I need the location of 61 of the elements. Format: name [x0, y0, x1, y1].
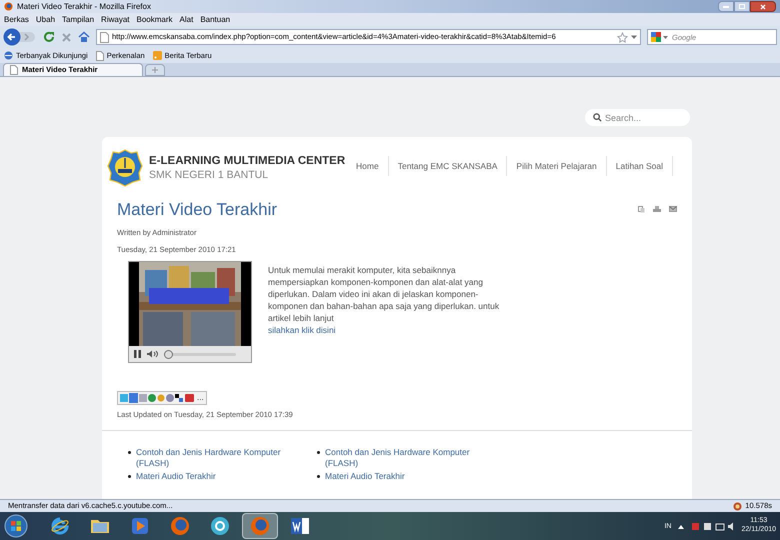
home-icon[interactable]	[78, 31, 90, 43]
nav-link[interactable]: Home	[347, 156, 389, 176]
menu-item[interactable]: Tampilan	[62, 16, 94, 24]
menu-item[interactable]: Bantuan	[200, 16, 230, 24]
bullet-icon	[128, 451, 131, 454]
nav-link[interactable]: Latihan Soal	[606, 156, 673, 176]
bullet-icon	[317, 451, 320, 454]
bullet-icon	[317, 475, 320, 478]
volume-icon[interactable]	[147, 350, 159, 358]
page-icon	[10, 65, 18, 75]
read-more-link[interactable]: silahkan klik disini	[268, 324, 336, 336]
nav-link[interactable]: Pilih Materi Pelajaran	[507, 156, 607, 176]
article-link[interactable]: Materi Audio Terakhir	[136, 471, 216, 482]
site-title: E-LEARNING MULTIMEDIA CENTER	[149, 154, 346, 169]
school-logo	[107, 149, 143, 187]
pdf-icon[interactable]	[638, 206, 645, 214]
menu-item[interactable]: Alat	[180, 16, 194, 24]
close-button[interactable]	[750, 1, 776, 12]
menu-item[interactable]: Ubah	[36, 16, 56, 24]
word-processor-icon	[290, 517, 310, 535]
back-forward-icon[interactable]	[3, 28, 37, 46]
maximize-button[interactable]	[734, 1, 750, 12]
article-text: Untuk memulai merakit komputer, kita sebaiknnya mempersiapkan komponen-komponen dan alat-alat yang diperlukan. Dalam video ini akan di jelaskan komponen-komponen dan bahan-bahan apa saja yang diperlukan. untuk artikel lebih lanjut	[268, 264, 500, 324]
menu-item[interactable]: Riwayat	[101, 16, 130, 24]
email-icon[interactable]	[669, 206, 677, 212]
star-icon[interactable]	[617, 32, 628, 42]
start-button[interactable]	[4, 514, 28, 538]
feed-icon	[152, 51, 162, 60]
search-engine-icon[interactable]	[651, 32, 669, 43]
share-icons-drawing[interactable]	[120, 393, 196, 403]
site-search-field[interactable]: Search...	[585, 109, 690, 126]
page-icon	[100, 32, 109, 42]
timer-icon	[733, 502, 742, 510]
article-title: Materi Video Terakhir	[117, 199, 278, 221]
more-share-text[interactable]: ...	[197, 394, 204, 402]
site-subtitle: SMK NEGERI 1 BANTUL	[149, 168, 270, 182]
menu-item[interactable]: Bookmark	[136, 16, 173, 24]
disc-icon	[210, 516, 230, 536]
article-link[interactable]: Contoh dan Jenis Hardware Komputer (FLASH)	[136, 447, 303, 470]
close-icon	[760, 4, 766, 10]
browser-globe-icon	[50, 516, 70, 536]
pause-button[interactable]	[132, 348, 142, 360]
dropdown-icon[interactable]	[631, 34, 637, 40]
share-toolbar[interactable]: ...	[117, 391, 207, 405]
search-icon	[593, 113, 602, 122]
video-player[interactable]	[128, 261, 252, 363]
page-icon	[96, 50, 104, 60]
seek-handle[interactable]	[164, 350, 173, 358]
bullet-icon	[128, 475, 131, 478]
reload-icon[interactable]	[43, 31, 55, 43]
article-link[interactable]: Contoh dan Jenis Hardware Komputer (FLASH)	[325, 447, 492, 470]
folder-icon	[90, 517, 110, 535]
media-player-icon	[131, 517, 149, 535]
plus-icon	[152, 67, 158, 73]
window-title: Materi Video Terakhir - Mozilla Firefox	[17, 2, 151, 10]
minimize-button[interactable]	[718, 1, 734, 12]
print-icon[interactable]	[653, 206, 661, 214]
tray-icons-drawing[interactable]	[678, 522, 734, 530]
nav-link[interactable]: Tentang EMC SKANSABA	[388, 156, 508, 176]
article-link[interactable]: Materi Audio Terakhir	[325, 471, 405, 482]
menu-item[interactable]: Berkas	[4, 16, 29, 24]
